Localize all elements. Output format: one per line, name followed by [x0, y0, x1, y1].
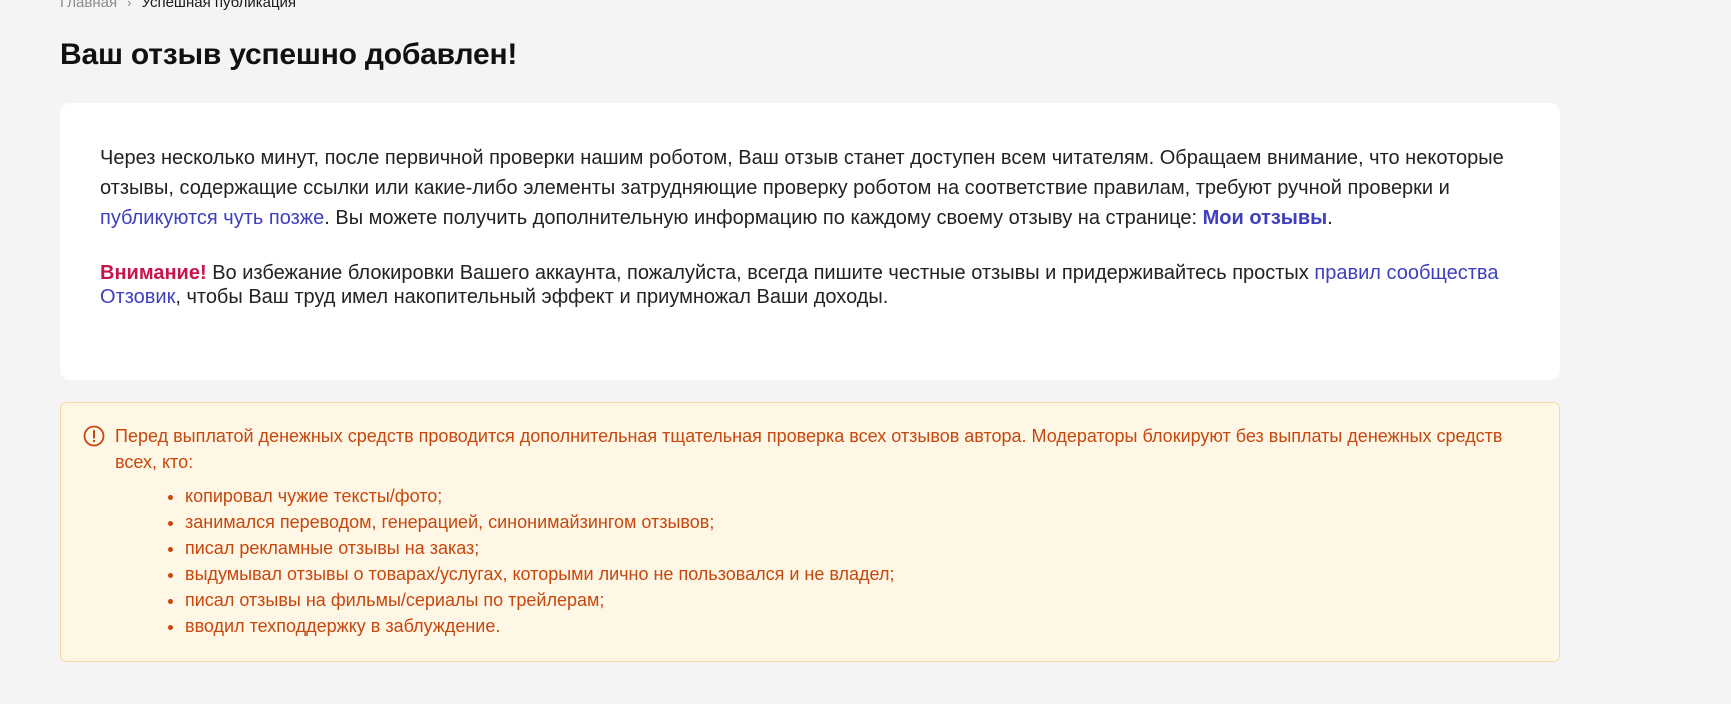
notice-list-item: писал отзывы на фильмы/сериалы по трейле…: [185, 587, 1535, 613]
warning-text-2: , чтобы Ваш труд имел накопительный эффе…: [175, 286, 889, 308]
payout-notice: Перед выплатой денежных средств проводит…: [60, 402, 1560, 662]
published-later-link[interactable]: публикуются чуть позже: [100, 207, 324, 229]
info-text-1: Через несколько минут, после первичной п…: [100, 147, 1504, 199]
notice-header: Перед выплатой денежных средств проводит…: [83, 423, 1535, 475]
info-paragraph: Через несколько минут, после первичной п…: [100, 143, 1520, 233]
notice-list-item: занимался переводом, генерацией, синоним…: [185, 509, 1535, 535]
page: Главная › Успешная публикация Ваш отзыв …: [0, 0, 1731, 704]
attention-label: Внимание!: [100, 262, 207, 284]
breadcrumb-separator: ›: [127, 0, 132, 10]
breadcrumb: Главная › Успешная публикация: [60, 0, 296, 11]
exclamation-circle-icon: [83, 425, 105, 447]
notice-list: копировал чужие тексты/фото; занимался п…: [83, 483, 1535, 639]
notice-list-item: вводил техподдержку в заблуждение.: [185, 613, 1535, 639]
warning-text-1: Во избежание блокировки Вашего аккаунта,…: [206, 262, 1315, 284]
breadcrumb-current: Успешная публикация: [141, 0, 297, 11]
notice-list-item: выдумывал отзывы о товарах/услугах, кото…: [185, 561, 1535, 587]
notice-list-item: копировал чужие тексты/фото;: [185, 483, 1535, 509]
notice-text: Перед выплатой денежных средств проводит…: [115, 426, 1503, 472]
success-card: Через несколько минут, после первичной п…: [60, 103, 1560, 380]
info-text-2: . Вы можете получить дополнительную инфо…: [324, 207, 1203, 229]
page-title: Ваш отзыв успешно добавлен!: [60, 38, 518, 71]
breadcrumb-home-link[interactable]: Главная: [60, 0, 117, 11]
info-text-end: .: [1327, 207, 1333, 229]
warning-paragraph: Внимание! Во избежание блокировки Вашего…: [100, 261, 1520, 309]
notice-list-item: писал рекламные отзывы на заказ;: [185, 535, 1535, 561]
my-reviews-link[interactable]: Мои отзывы: [1203, 207, 1328, 229]
